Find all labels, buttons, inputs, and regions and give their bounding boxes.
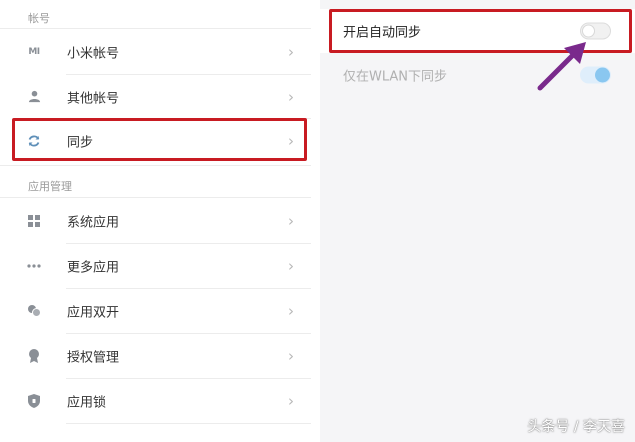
- settings-item-label: 授权管理: [67, 350, 120, 365]
- shield-lock-icon: [27, 393, 41, 408]
- chevron-right-icon: ›: [288, 42, 294, 61]
- settings-item-label: 应用双开: [67, 305, 120, 320]
- section-header-account: 帐号: [28, 12, 50, 25]
- settings-item-label: 更多应用: [67, 260, 120, 275]
- settings-list-panel: 帐号 MI 小米帐号 › 其他帐号 › 同步 › 应用管理 系统应用 › 更多应…: [0, 0, 311, 442]
- settings-item-app-lock[interactable]: 应用锁 ›: [0, 378, 311, 423]
- settings-item-label: 系统应用: [67, 215, 120, 230]
- chevron-right-icon: ›: [288, 87, 294, 106]
- settings-item-label: 其他帐号: [67, 91, 120, 106]
- settings-item-dual-apps[interactable]: 应用双开 ›: [0, 288, 311, 333]
- settings-item-more-apps[interactable]: 更多应用 ›: [0, 243, 311, 288]
- chevron-right-icon: ›: [288, 211, 294, 230]
- divider: [66, 423, 311, 424]
- chevron-right-icon: ›: [288, 301, 294, 320]
- watermark: 头条号 / 李天喜: [527, 419, 625, 435]
- more-dots-icon: [27, 259, 41, 273]
- chevron-right-icon: ›: [288, 346, 294, 365]
- mi-logo-icon: MI: [28, 46, 40, 57]
- section-header-app-management: 应用管理: [28, 180, 72, 193]
- annotation-arrow-icon: [537, 42, 586, 91]
- chevron-right-icon: ›: [288, 256, 294, 275]
- highlight-box-sync: [12, 118, 307, 161]
- chevron-right-icon: ›: [288, 391, 294, 410]
- settings-item-label: 小米帐号: [67, 46, 120, 61]
- dual-app-icon: [27, 304, 41, 318]
- badge-icon: [27, 348, 41, 363]
- divider: [0, 165, 311, 166]
- settings-item-permissions[interactable]: 授权管理 ›: [0, 333, 311, 378]
- settings-item-mi-account[interactable]: MI 小米帐号 ›: [0, 29, 311, 74]
- settings-item-other-accounts[interactable]: 其他帐号 ›: [0, 74, 311, 119]
- person-icon: [27, 90, 41, 104]
- wlan-only-label: 仅在WLAN下同步: [343, 69, 448, 85]
- settings-item-label: 应用锁: [67, 395, 107, 410]
- grid-icon: [27, 214, 41, 228]
- settings-item-system-apps[interactable]: 系统应用 ›: [0, 198, 311, 243]
